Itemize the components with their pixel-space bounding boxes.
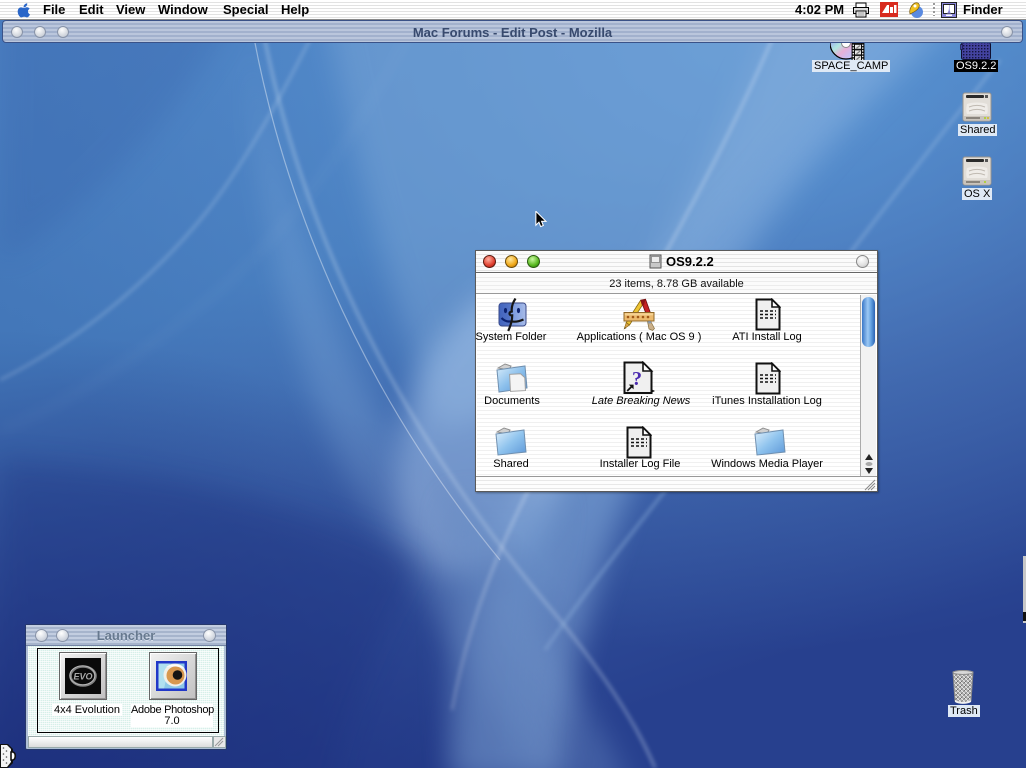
svg-text:EVO: EVO bbox=[73, 672, 92, 682]
